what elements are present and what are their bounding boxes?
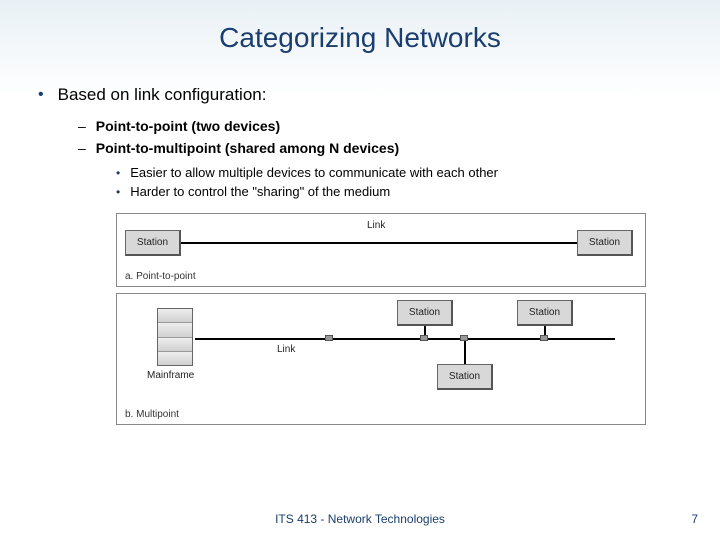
bullet-level2: – Point-to-multipoint (shared among N de…	[78, 138, 682, 158]
footer-text: ITS 413 - Network Technologies	[0, 512, 720, 526]
mainframe-label: Mainframe	[147, 370, 194, 381]
tap-icon	[420, 335, 428, 341]
page-number: 7	[691, 512, 698, 526]
diagram-container: Link Station Station a. Point-to-point M…	[116, 213, 646, 425]
slide-body: • Based on link configuration: – Point-t…	[0, 54, 720, 425]
tap-icon	[325, 335, 333, 341]
station-box: Station	[125, 230, 181, 256]
bullet-dot-icon: •	[38, 84, 44, 106]
bullet-level1: • Based on link configuration:	[38, 84, 682, 106]
station-box: Station	[437, 364, 493, 390]
station-box: Station	[397, 300, 453, 326]
dash-icon: –	[78, 116, 86, 136]
mainframe-icon	[157, 308, 193, 366]
link-label: Link	[277, 344, 295, 355]
drop-line	[464, 340, 466, 364]
bullet-level2: – Point-to-point (two devices)	[78, 116, 682, 136]
dash-icon: –	[78, 138, 86, 158]
bullet-text: Based on link configuration:	[58, 84, 267, 106]
link-label: Link	[367, 220, 385, 231]
bullet-dot-icon: •	[116, 183, 120, 201]
diagram-multipoint: Mainframe Link Station Station Station b…	[116, 293, 646, 425]
bullet-text: Easier to allow multiple devices to comm…	[130, 164, 498, 182]
diagram-ptp: Link Station Station a. Point-to-point	[116, 213, 646, 287]
slide-title: Categorizing Networks	[0, 0, 720, 54]
station-box: Station	[517, 300, 573, 326]
station-box: Station	[577, 230, 633, 256]
tap-icon	[540, 335, 548, 341]
tap-icon	[460, 335, 468, 341]
bullet-dot-icon: •	[116, 164, 120, 182]
bullet-text: Point-to-point (two devices)	[96, 116, 280, 136]
bullet-text: Harder to control the "sharing" of the m…	[130, 183, 390, 201]
diagram-caption: a. Point-to-point	[125, 271, 196, 282]
link-line	[179, 242, 579, 244]
bullet-level3: • Easier to allow multiple devices to co…	[116, 164, 682, 182]
bus-line	[195, 338, 615, 340]
diagram-caption: b. Multipoint	[125, 409, 179, 420]
bullet-text: Point-to-multipoint (shared among N devi…	[96, 138, 399, 158]
bullet-level3: • Harder to control the "sharing" of the…	[116, 183, 682, 201]
